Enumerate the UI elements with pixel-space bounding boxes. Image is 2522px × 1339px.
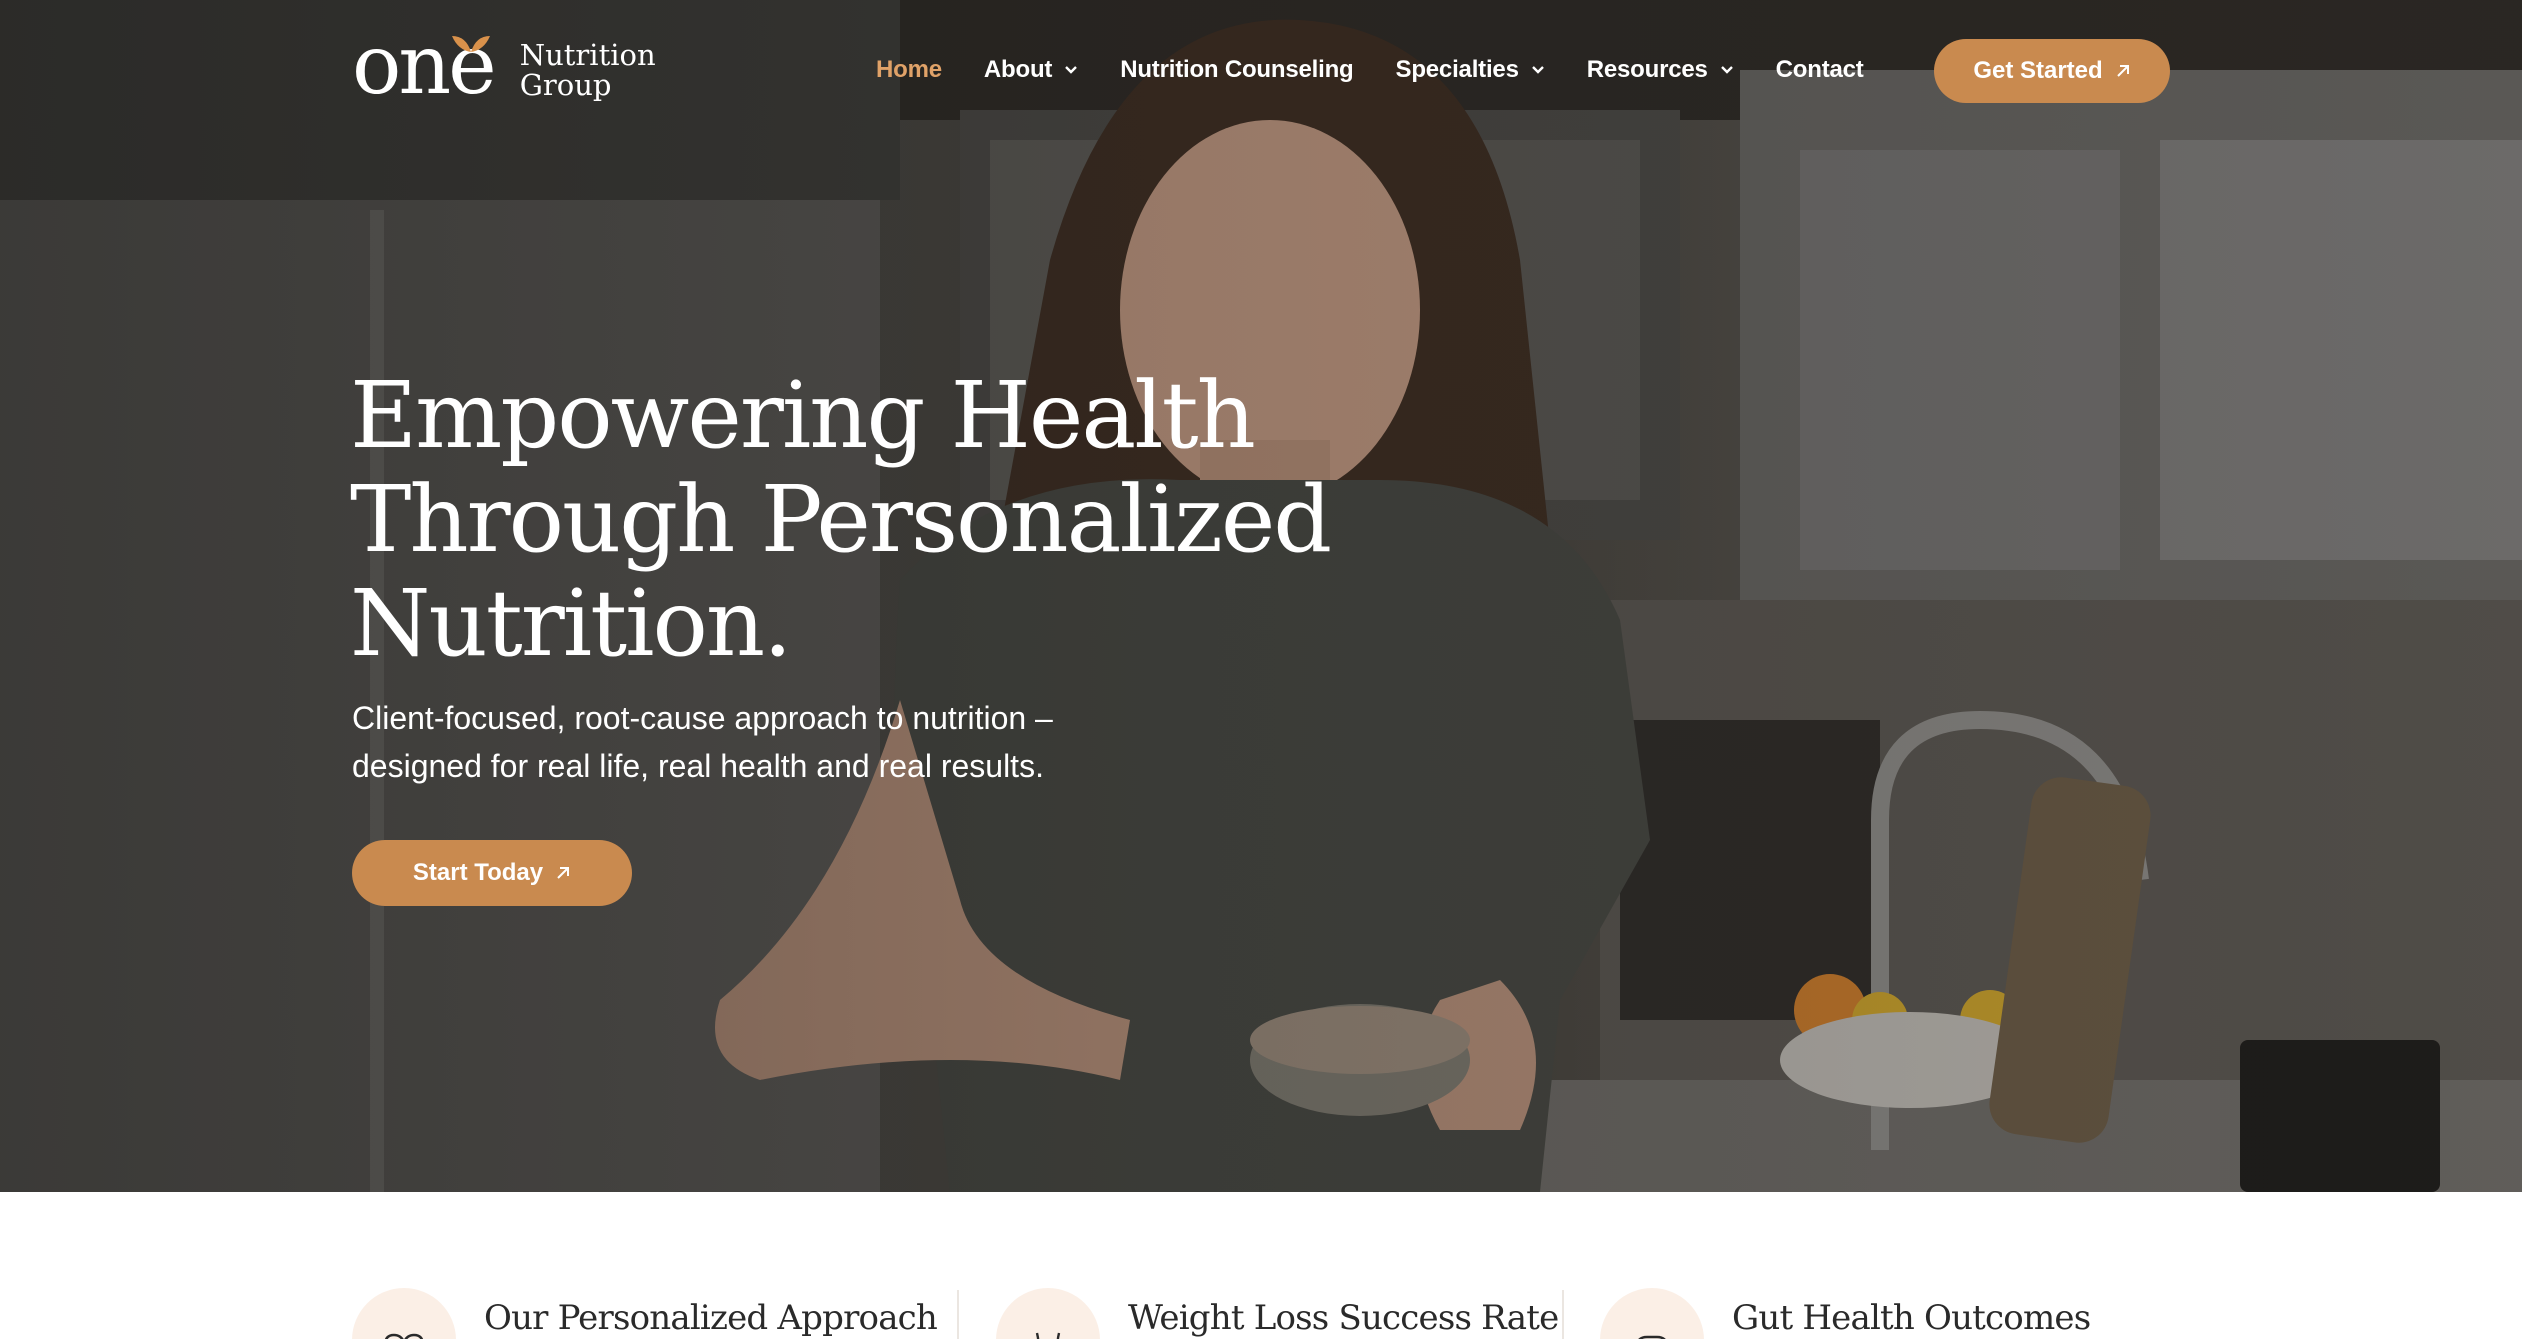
nav-item-label: Nutrition Counseling (1120, 56, 1354, 83)
feature-gut-health[interactable]: Gut Health Outcomes (1600, 1288, 2091, 1339)
arrow-up-right-icon (2116, 65, 2129, 77)
logo-line-1: Nutrition (519, 38, 656, 72)
feature-divider (957, 1290, 959, 1339)
nav-item-home[interactable]: Home (876, 56, 942, 84)
headline-line-3: Nutrition. (350, 570, 792, 677)
heart-icon (384, 1333, 424, 1339)
headline-line-1: Empowering Health (350, 362, 1256, 469)
nav-item-nutrition-counseling[interactable]: Nutrition Counseling (1120, 56, 1354, 84)
nav-item-about[interactable]: About (984, 56, 1078, 84)
start-today-button[interactable]: Start Today (352, 840, 632, 906)
feature-divider (1562, 1290, 1564, 1339)
feature-title: Our Personalized Approach (484, 1298, 938, 1338)
subhead-line-1: Client-focused, root-cause approach to n… (352, 700, 1053, 736)
feature-title: Weight Loss Success Rate (1128, 1298, 1559, 1338)
arrow-up-right-icon (557, 867, 570, 879)
features-strip: Our Personalized Approach Weight Loss Su… (0, 1192, 2522, 1339)
headline-line-2: Through Personalized (350, 466, 1332, 573)
nav-item-resources[interactable]: Resources (1587, 56, 1734, 84)
nav-item-label: Specialties (1395, 56, 1519, 83)
nav-item-label: About (983, 56, 1053, 83)
feature-icon-badge (1600, 1288, 1704, 1339)
feature-title: Gut Health Outcomes (1732, 1298, 2091, 1338)
main-nav: Home About Nutrition Counseling Specialt… (876, 52, 1906, 88)
feature-icon-badge (996, 1288, 1100, 1339)
logo-line-2: Group (519, 68, 612, 102)
nav-item-specialties[interactable]: Specialties (1396, 56, 1545, 84)
chevron-down-icon (1065, 66, 1078, 74)
feature-personalized-approach[interactable]: Our Personalized Approach (352, 1288, 938, 1339)
nav-item-label: Home (876, 56, 942, 83)
get-started-label: Get Started (1973, 57, 2103, 84)
site-logo[interactable]: one Nutrition Group (352, 25, 656, 110)
hero-subheading: Client-focused, root-cause approach to n… (352, 694, 1172, 790)
subhead-line-2: designed for real life, real health and … (352, 748, 1044, 784)
chevron-down-icon (1720, 66, 1733, 74)
gut-icon (1638, 1335, 1666, 1339)
nav-item-contact[interactable]: Contact (1776, 56, 1864, 84)
logo-wordmark: Nutrition Group (520, 40, 656, 100)
waist-measure-icon (1035, 1332, 1061, 1339)
feature-icon-badge (352, 1288, 456, 1339)
nav-item-label: Resources (1586, 56, 1708, 83)
hero-headline: Empowering Health Through Personalized N… (350, 364, 1350, 676)
get-started-button[interactable]: Get Started (1934, 39, 2170, 103)
chevron-down-icon (1531, 66, 1544, 74)
leaf-icon (452, 36, 490, 52)
start-today-label: Start Today (412, 859, 544, 886)
feature-weight-loss[interactable]: Weight Loss Success Rate (996, 1288, 1559, 1339)
nav-item-label: Contact (1775, 56, 1864, 83)
